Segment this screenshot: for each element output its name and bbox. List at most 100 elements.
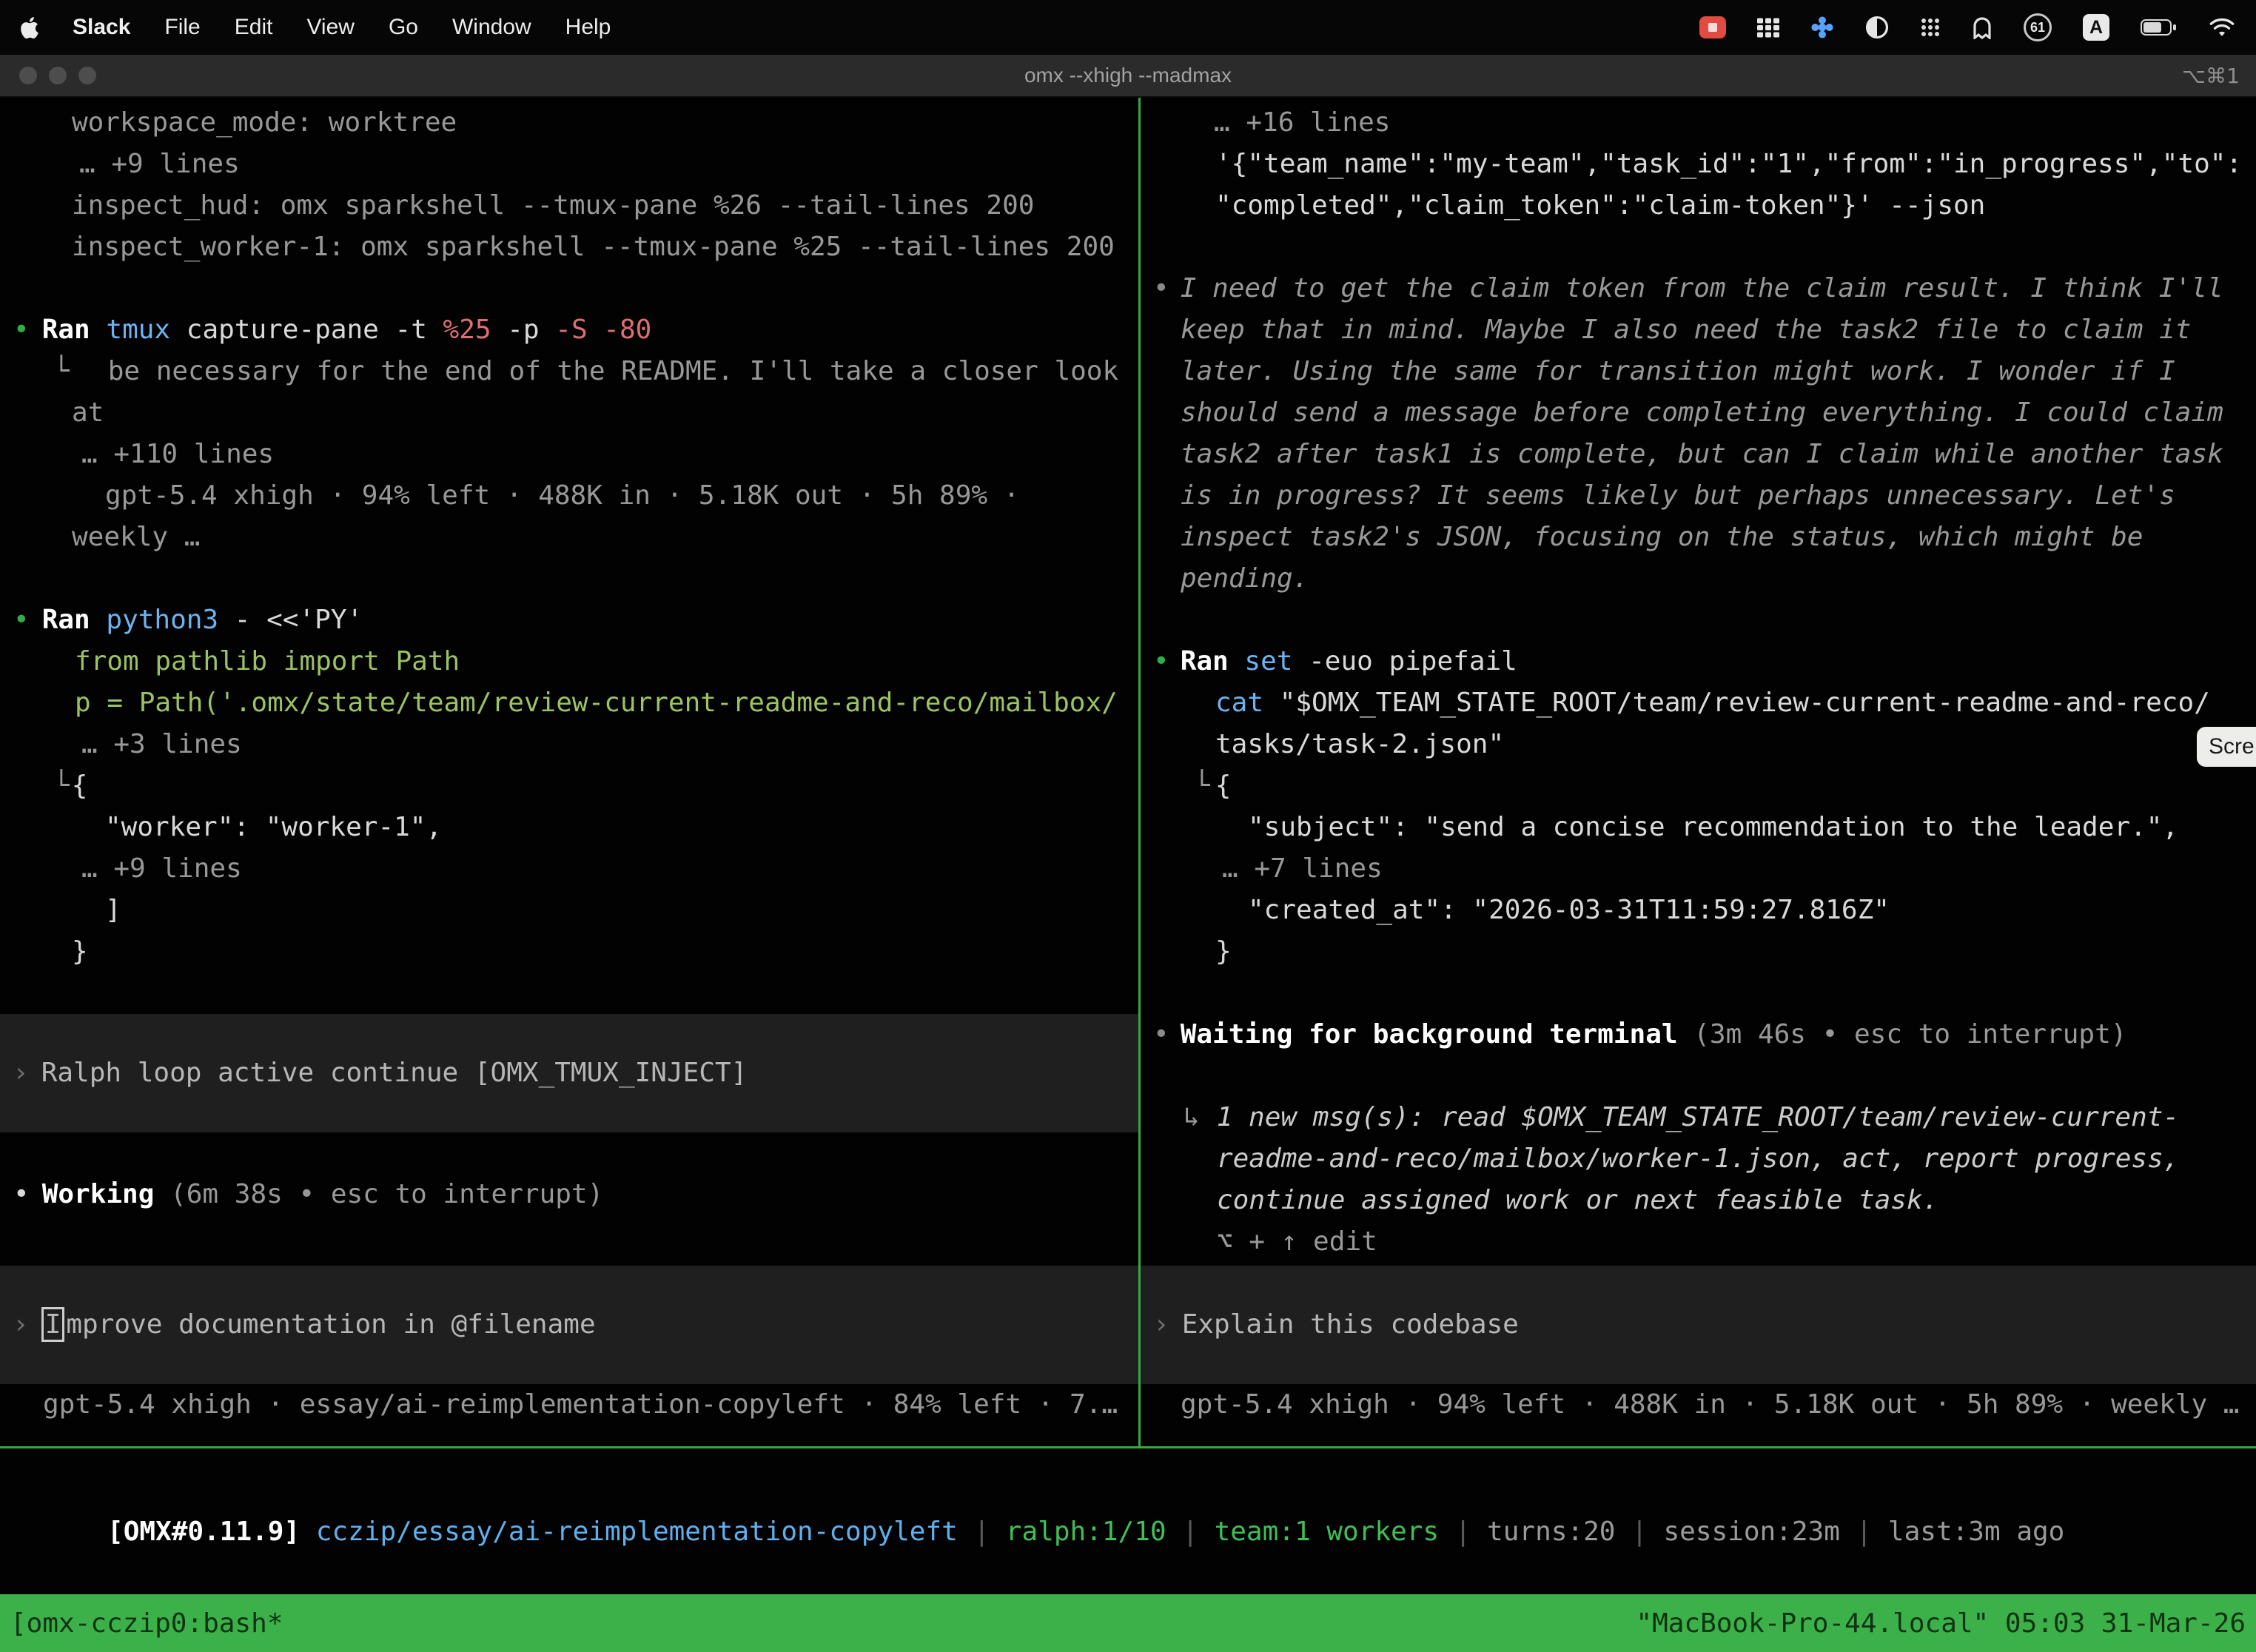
- menu-item-file[interactable]: File: [164, 15, 200, 40]
- terminal-line: tasks/task-2.json": [1141, 724, 2256, 765]
- screen-share-tooltip: Scre: [2197, 727, 2256, 767]
- team-workers: team:1 workers: [1215, 1517, 1439, 1547]
- prompt-chevron-icon: ›: [1153, 1309, 1169, 1340]
- window-shortcut: ⌥⌘1: [2182, 64, 2240, 88]
- command-text: "$OMX_TEAM_STATE_ROOT/team/review-curren…: [1280, 688, 2210, 718]
- message-text: readme-and-reco/mailbox/worker-1.json, a…: [1217, 1144, 2179, 1174]
- ran-label: Ran: [42, 315, 107, 345]
- reply-arrow-icon: ↳: [1184, 1102, 1200, 1132]
- output-text: {: [1215, 770, 1232, 801]
- screen-recording-stop-icon[interactable]: [1699, 16, 1726, 38]
- input-source-icon[interactable]: A: [2083, 14, 2109, 41]
- grid-icon[interactable]: [1757, 18, 1779, 38]
- command-text: -p: [507, 315, 555, 345]
- menu-app-name[interactable]: Slack: [73, 15, 130, 40]
- ralph-counter: ralph:1/10: [1006, 1517, 1166, 1547]
- command-text: '{"team_name":"my-team","task_id":"1","f…: [1215, 149, 2242, 179]
- prompt-line: › Explain this codebase: [1141, 1304, 2256, 1346]
- ghost-icon[interactable]: [1972, 16, 1993, 39]
- reasoning-text: later. Using the same for transition mig…: [1181, 356, 2175, 386]
- command-text: python3: [106, 605, 234, 635]
- composer-input-left[interactable]: ›Improve documentation in @filename: [0, 1266, 1138, 1384]
- battery-icon[interactable]: [2141, 19, 2178, 36]
- percent-badge[interactable]: 61: [2024, 13, 2052, 41]
- composer-input-right[interactable]: › Explain this codebase: [1141, 1266, 2256, 1384]
- minimize-button[interactable]: [49, 67, 67, 84]
- waiting-status-line: •Waiting for background terminal (3m 46s…: [1141, 1014, 2256, 1055]
- message-line: readme-and-reco/mailbox/worker-1.json, a…: [1141, 1138, 2256, 1180]
- truncation-text: … +16 lines: [1214, 107, 1390, 138]
- terminal-line: gpt-5.4 xhigh · 94% left · 488K in · 5.1…: [0, 475, 1138, 517]
- last-activity: last:3m ago: [1888, 1517, 2064, 1547]
- terminal-line: "created_at": "2026-03-31T11:59:27.816Z": [1141, 890, 2256, 931]
- reasoning-text: should send a message before completing …: [1181, 397, 2223, 428]
- stats-text: gpt-5.4 xhigh · essay/ai-reimplementatio…: [43, 1389, 1118, 1420]
- terminal-line: "worker": "worker-1",: [0, 807, 1138, 848]
- dots-grid-icon[interactable]: [1920, 17, 1941, 38]
- ran-label: Ran: [1181, 646, 1245, 676]
- terminal-line: task2 after task1 is complete, but can I…: [1141, 434, 2256, 475]
- pinwheel-icon[interactable]: [1810, 16, 1834, 39]
- message-line: ↳1 new msg(s): read $OMX_TEAM_STATE_ROOT…: [1141, 1097, 2256, 1138]
- terminal-line: keep that in mind. Maybe I also need the…: [1141, 309, 2256, 351]
- terminal-line: at: [0, 392, 1138, 434]
- traffic-lights: [19, 55, 96, 96]
- menu-status-icons: 61 A: [1699, 13, 2235, 41]
- terminal-line: workspace_mode: worktree: [0, 102, 1138, 144]
- bullet-icon: •: [13, 605, 30, 635]
- stats-text: gpt-5.4 xhigh · 94% left · 488K in · 5.1…: [105, 480, 1019, 511]
- tmux-pane-bottom: [OMX#0.11.9] cczip/essay/ai-reimplementa…: [0, 1448, 2256, 1594]
- reasoning-text: keep that in mind. Maybe I also need the…: [1181, 315, 2191, 345]
- blank-line: [0, 1215, 1138, 1257]
- prompt-chevron-icon: ›: [13, 1058, 29, 1088]
- tooltip-text: Scre: [2209, 734, 2255, 759]
- reasoning-text: is in progress? It seems likely but perh…: [1181, 480, 2175, 511]
- menu-item-edit[interactable]: Edit: [235, 15, 273, 40]
- terminal-line: "completed","claim_token":"claim-token"}…: [1141, 185, 2256, 226]
- command-text: set: [1244, 646, 1309, 676]
- edit-hint-line: ⌥ + ↑ edit: [1141, 1221, 2256, 1263]
- blank-line: [1141, 973, 2256, 1014]
- menu-left: Slack File Edit View Go Window Help: [21, 15, 611, 40]
- command-text: tmux: [106, 315, 186, 345]
- waiting-label: Waiting for background terminal: [1181, 1019, 1694, 1050]
- wifi-icon[interactable]: [2209, 17, 2235, 38]
- menu-item-window[interactable]: Window: [452, 15, 531, 40]
- prompt-chevron-icon: ›: [13, 1309, 29, 1340]
- bullet-icon: •: [1153, 1019, 1169, 1050]
- menu-item-help[interactable]: Help: [565, 15, 611, 40]
- command-text: capture-pane -t: [187, 315, 443, 345]
- separator: |: [1840, 1517, 1888, 1547]
- separator: |: [958, 1517, 1006, 1547]
- terminal-line: }: [1141, 931, 2256, 973]
- terminal-line: later. Using the same for transition mig…: [1141, 351, 2256, 392]
- model-footer-line: gpt-5.4 xhigh · essay/ai-reimplementatio…: [0, 1384, 1138, 1426]
- bullet-icon: •: [1153, 273, 1169, 303]
- output-text: "worker": "worker-1",: [105, 812, 442, 842]
- command-text: tasks/task-2.json": [1215, 729, 1504, 759]
- zoom-button[interactable]: [78, 67, 96, 84]
- terminal-line: '{"team_name":"my-team","task_id":"1","f…: [1141, 144, 2256, 185]
- working-meta: (6m 38s • esc to interrupt): [170, 1179, 603, 1209]
- prompt-placeholder-text: Explain this codebase: [1182, 1309, 1519, 1340]
- terminal-line: ]: [0, 890, 1138, 931]
- apple-logo-icon[interactable]: [21, 17, 38, 38]
- contrast-circle-icon[interactable]: [1865, 16, 1889, 39]
- menu-item-view[interactable]: View: [306, 15, 354, 40]
- truncation-text: … +7 lines: [1222, 853, 1383, 884]
- omx-status-line: [OMX#0.11.9] cczip/essay/ai-reimplementa…: [11, 1470, 2256, 1511]
- output-text: inspect_hud: omx sparkshell --tmux-pane …: [72, 190, 1034, 221]
- blank-line: [0, 268, 1138, 309]
- model-footer-line: gpt-5.4 xhigh · 94% left · 488K in · 5.1…: [1141, 1384, 2256, 1426]
- tmux-pane-left: workspace_mode: worktree … +9 lines insp…: [0, 98, 1138, 1446]
- output-text: }: [72, 936, 88, 967]
- pane-divider-vertical[interactable]: [1138, 98, 1141, 1446]
- close-button[interactable]: [19, 67, 37, 84]
- terminal-line: pending.: [1141, 558, 2256, 600]
- menu-item-go[interactable]: Go: [389, 15, 418, 40]
- terminal-line: should send a message before completing …: [1141, 392, 2256, 434]
- elbow-icon: └: [1194, 770, 1210, 801]
- command-text: "completed","claim_token":"claim-token"}…: [1215, 190, 1985, 221]
- code-text: p = Path('.omx/state/team/review-current…: [75, 688, 1118, 718]
- blank-line: [1141, 1055, 2256, 1097]
